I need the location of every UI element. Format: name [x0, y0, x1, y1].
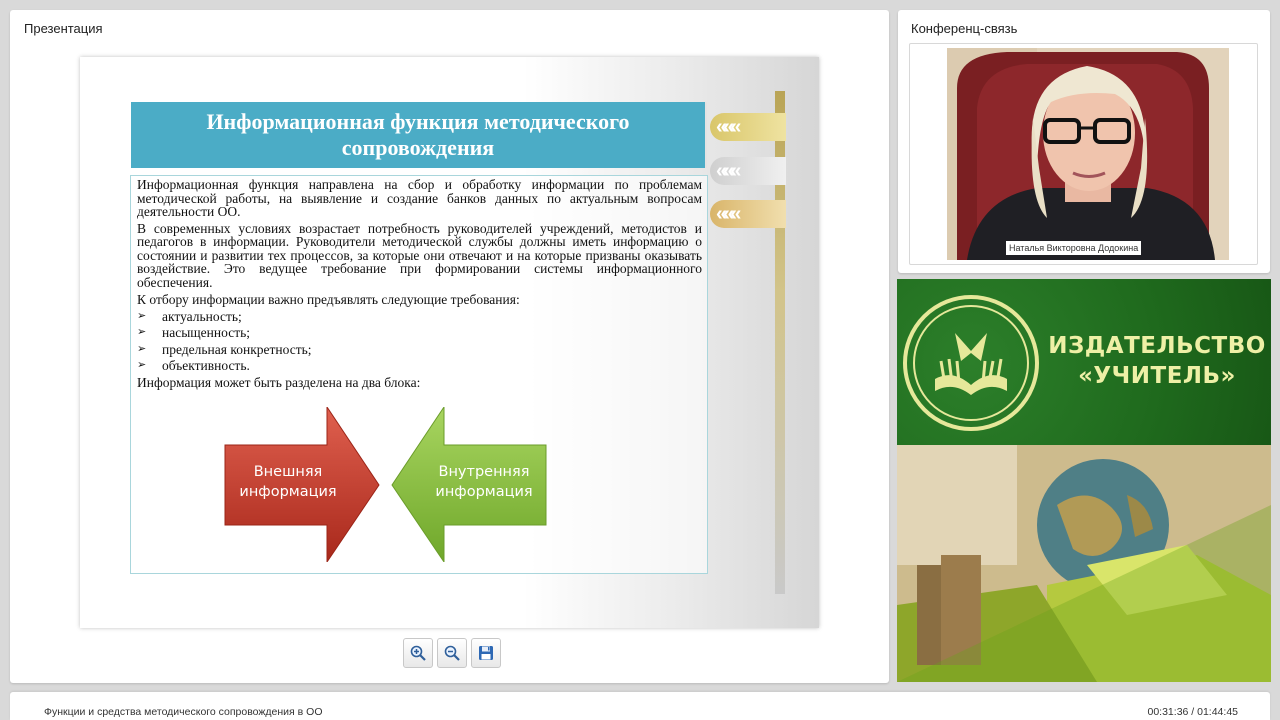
slide-paragraph-1: Информационная функция направлена на сбо…	[137, 177, 702, 219]
publisher-logo	[903, 295, 1039, 431]
slide-decor-chevron-1: «««	[710, 113, 786, 141]
bullet-text: объективность.	[162, 358, 250, 373]
requirements-intro: К отбору информации важно предъявлять сл…	[137, 292, 520, 307]
slide-toolbar	[403, 638, 501, 670]
slide-decor-chevron-3: «««	[710, 200, 786, 228]
publisher-name-line1: ИЗДАТЕЛЬСТВО	[1048, 333, 1266, 359]
zoom-in-button[interactable]	[403, 638, 433, 668]
publisher-name-line2: «УЧИТЕЛЬ»	[1078, 363, 1236, 389]
bullet-text: предельная конкретность;	[162, 341, 312, 357]
zoom-in-icon	[410, 645, 426, 661]
player-footer: Функции и средства методического сопрово…	[10, 692, 1270, 720]
bullet-text: насыщенность;	[162, 325, 251, 340]
bullet-arrow-icon: ➢	[137, 326, 147, 338]
slide-viewer[interactable]: ««« ««« ««« Информационная функция метод…	[80, 57, 819, 628]
zoom-out-icon	[444, 645, 460, 661]
publisher-banner: ИЗДАТЕЛЬСТВО «УЧИТЕЛЬ»	[897, 279, 1271, 682]
participant-name-label: Наталья Викторовна Додокина	[1006, 241, 1142, 255]
conference-panel: Конференц-связь Наталья Викторовна Додок…	[898, 10, 1270, 273]
books-globe-image	[897, 445, 1271, 682]
internal-info-arrow: Внутренняя информация	[388, 405, 548, 564]
bullet-item: ➢ актуальность;	[137, 308, 702, 324]
save-button[interactable]	[471, 638, 501, 668]
presentation-panel-title: Презентация	[24, 21, 103, 36]
bullet-item: ➢ предельная конкретность;	[137, 341, 702, 357]
bullet-item: ➢ объективность.	[137, 359, 702, 373]
speaker-video-image	[947, 48, 1229, 260]
save-icon	[479, 646, 493, 660]
publisher-name: ИЗДАТЕЛЬСТВО «УЧИТЕЛЬ»	[1047, 331, 1267, 391]
slide-title: Информационная функция методического соп…	[131, 102, 707, 168]
publisher-image	[897, 445, 1271, 682]
lecture-title: Функции и средства методического сопрово…	[44, 706, 323, 718]
slide-text: Информационная функция направлена на сбо…	[137, 178, 702, 389]
presentation-panel: Презентация ««« ««« ««« Информационная ф…	[10, 10, 889, 683]
conference-panel-title: Конференц-связь	[911, 21, 1018, 36]
slide-paragraph-2: В современных условиях возрастает потреб…	[137, 220, 702, 290]
bullet-item: ➢ насыщенность;	[137, 326, 702, 340]
slide-decor-chevron-2: «««	[710, 157, 786, 185]
book-logo-icon	[935, 333, 1007, 395]
internal-info-label: Внутренняя информация	[435, 464, 533, 500]
blocks-intro: Информация может быть разделена на два б…	[137, 374, 421, 390]
bullet-arrow-icon: ➢	[137, 342, 147, 355]
external-info-arrow: Внешняя информация	[223, 405, 383, 564]
zoom-out-button[interactable]	[437, 638, 467, 668]
slide: ««« ««« ««« Информационная функция метод…	[80, 57, 819, 628]
webcam-video[interactable]: Наталья Викторовна Додокина	[947, 48, 1229, 260]
bullet-arrow-icon: ➢	[137, 309, 147, 322]
publisher-header: ИЗДАТЕЛЬСТВО «УЧИТЕЛЬ»	[897, 279, 1271, 445]
bullet-text: актуальность;	[162, 308, 242, 324]
external-info-label: Внешняя информация	[239, 464, 337, 500]
playback-time: 00:31:36 / 01:44:45	[1147, 706, 1239, 718]
video-frame: Наталья Викторовна Додокина	[909, 43, 1258, 265]
bullet-arrow-icon: ➢	[137, 359, 147, 371]
